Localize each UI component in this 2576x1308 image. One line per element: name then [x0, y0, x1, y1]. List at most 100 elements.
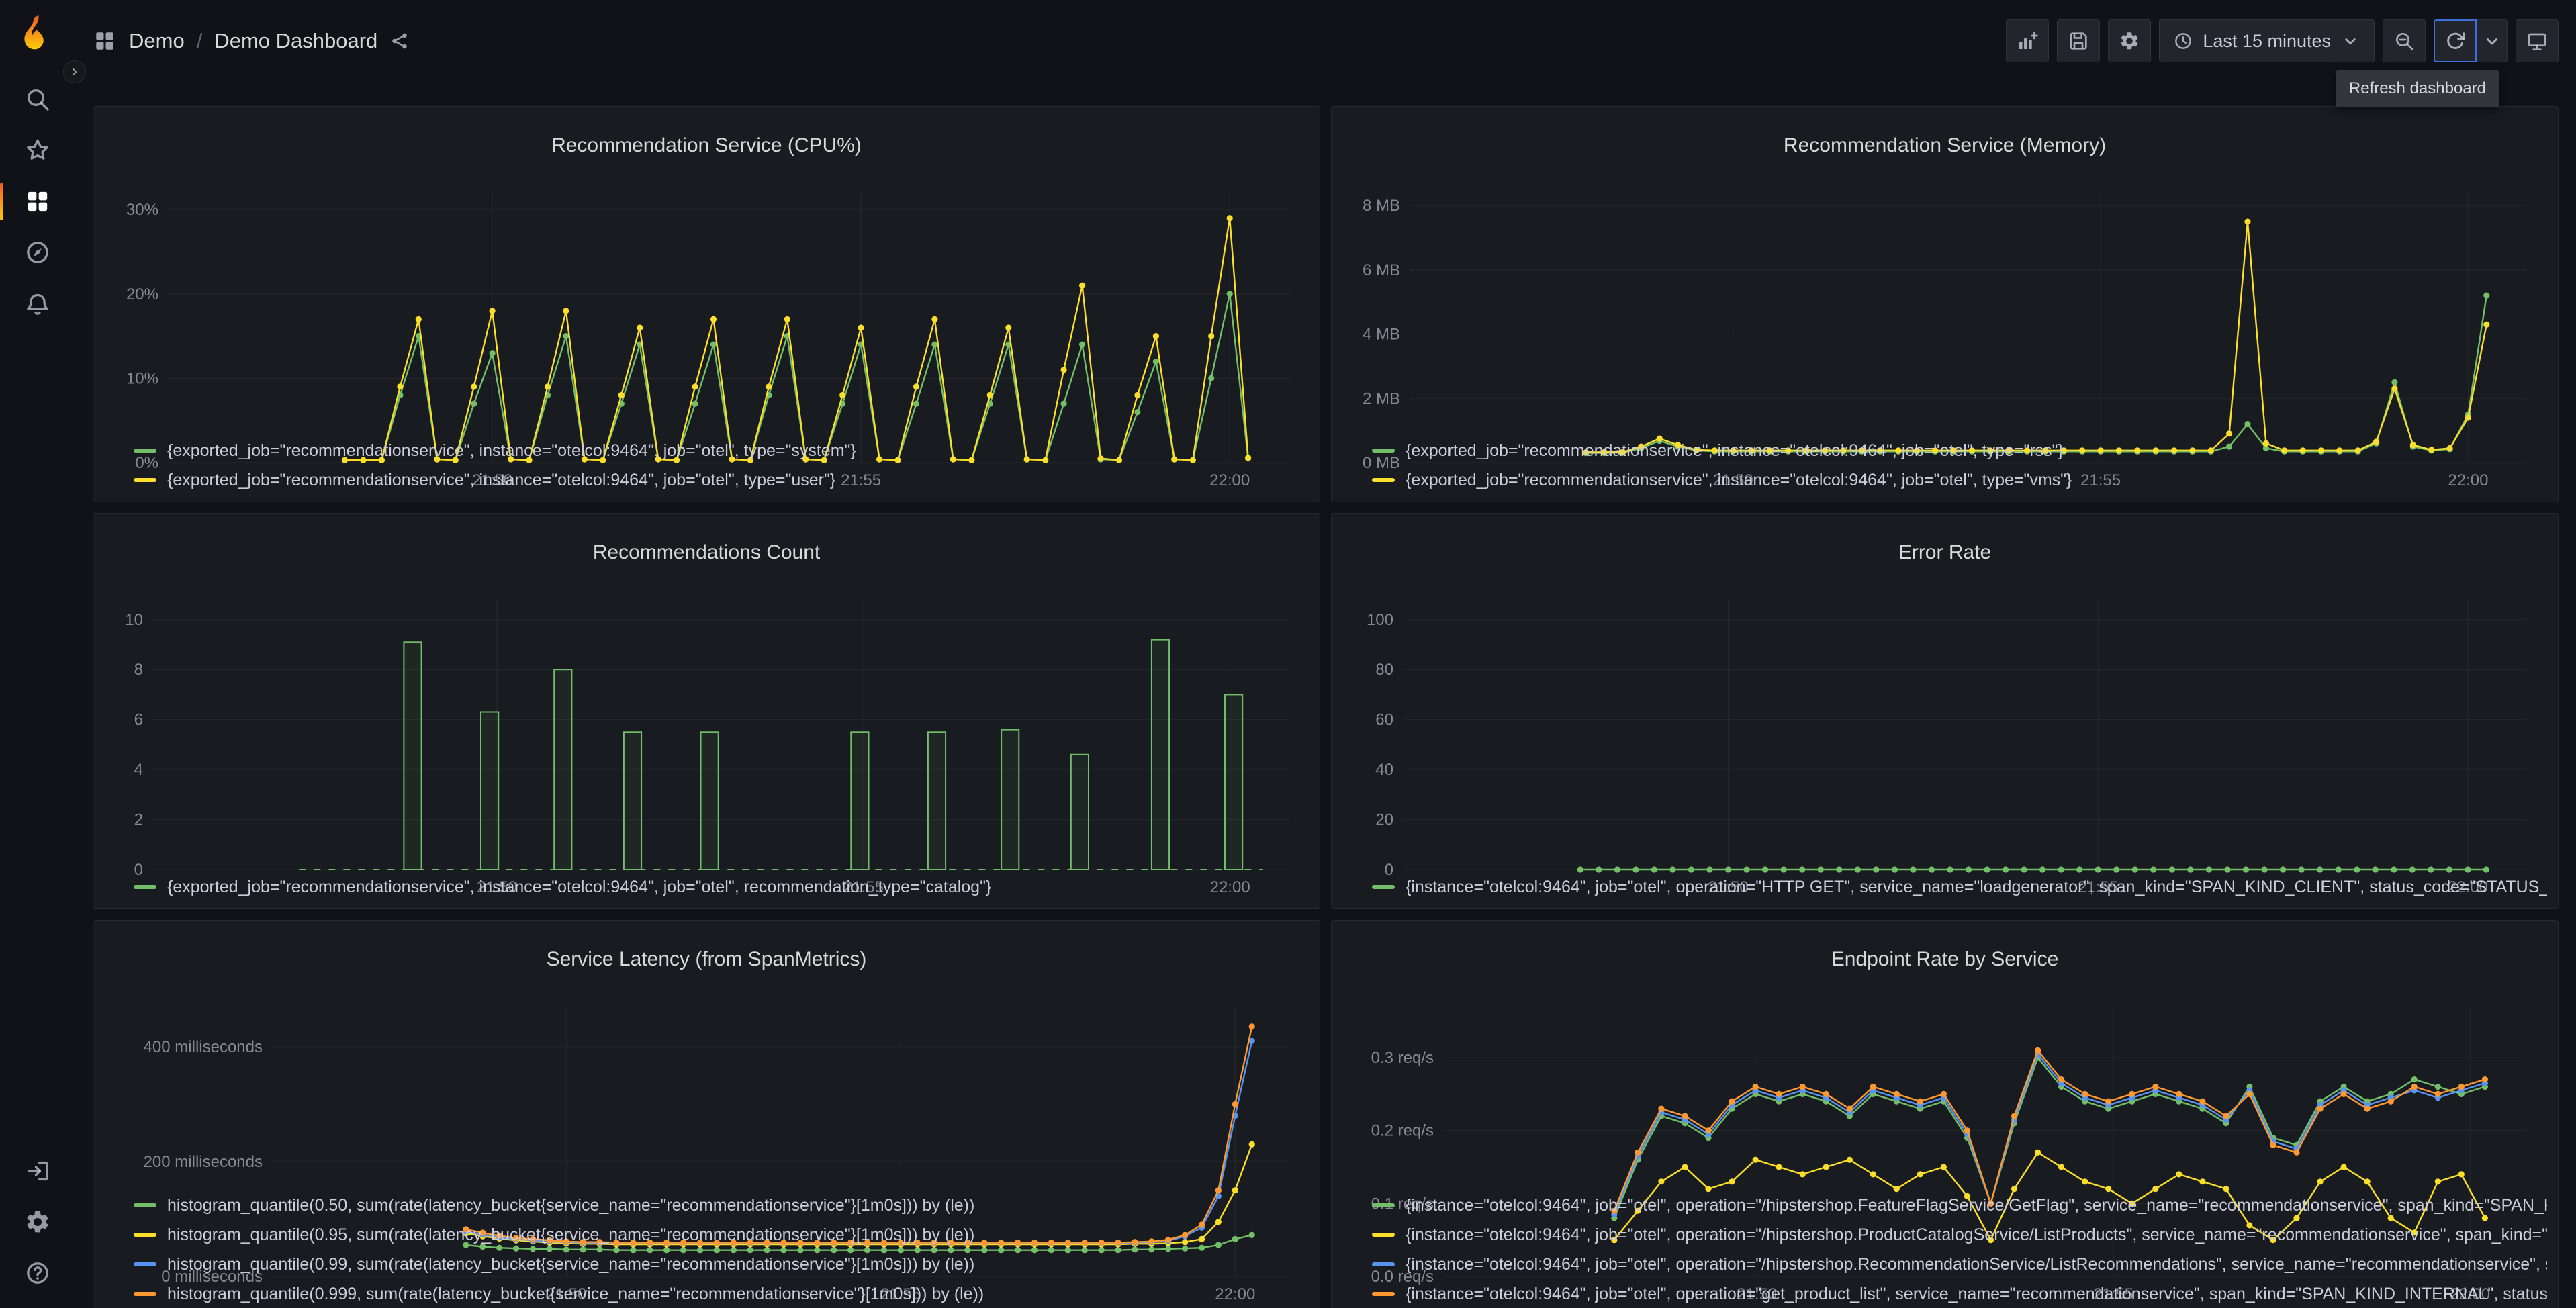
legend-label: histogram_quantile(0.99, sum(rate(latenc…: [167, 1254, 975, 1274]
sidebar-item-search[interactable]: [0, 74, 75, 125]
timeseries-chart[interactable]: 0 20 40 60 80 100 21:50 21:55 22:00: [1342, 589, 2547, 896]
dashboard-canvas: Recommendation Service (CPU%) 0% 10% 20% 30…: [75, 82, 2576, 1308]
legend-label: histogram_quantile(0.50, sum(rate(latenc…: [167, 1195, 975, 1215]
panel-recommendation-cpu: Recommendation Service (CPU%) 0% 10% 20% 30…: [93, 106, 1320, 502]
panel-recommendation-memory: Recommendation Service (Memory) 0 MB 2 MB…: [1331, 106, 2559, 502]
compass-icon: [24, 239, 51, 266]
legend-label: {instance="otelcol:9464", job="otel", op…: [1406, 1195, 2547, 1215]
bell-icon: [24, 290, 51, 317]
grafana-logo[interactable]: [16, 11, 59, 54]
apps-icon: [93, 29, 117, 53]
zoom-out-icon: [2393, 30, 2415, 52]
panel-legend: {instance="otelcol:9464", job="otel", op…: [1342, 1189, 2547, 1308]
zoom-out-button[interactable]: [2383, 19, 2426, 62]
time-range-label: Last 15 minutes: [2203, 30, 2331, 51]
legend-item[interactable]: {exported_job="recommendationservice", i…: [1372, 436, 2547, 465]
apps-icon: [24, 188, 51, 215]
legend-label: histogram_quantile(0.999, sum(rate(laten…: [167, 1284, 984, 1303]
svg-text:2 MB: 2 MB: [1363, 389, 1400, 408]
svg-text:4: 4: [134, 761, 143, 779]
sidebar-item-sign-in[interactable]: [0, 1146, 75, 1197]
legend-label: {exported_job="recommendationservice", i…: [167, 440, 856, 460]
timeseries-chart[interactable]: 0% 10% 20% 30% 21:50 21:55 22:00: [104, 182, 1309, 489]
monitor-icon: [2526, 30, 2548, 52]
timeseries-chart[interactable]: 0 MB 2 MB 4 MB 6 MB 8 MB 21:50 21:55 22:00: [1342, 182, 2547, 489]
kiosk-mode-button[interactable]: [2516, 19, 2559, 62]
chevron-down-icon: [2340, 31, 2360, 51]
legend-swatch: [1372, 1292, 1395, 1296]
svg-text:30%: 30%: [126, 201, 158, 219]
panel-title[interactable]: Recommendation Service (Memory): [1342, 130, 2547, 165]
timeseries-chart[interactable]: 0 milliseconds 200 milliseconds 400 millis…: [104, 996, 1309, 1303]
refresh-interval-dropdown[interactable]: [2477, 19, 2508, 62]
breadcrumb: Demo / Demo Dashboard: [93, 29, 410, 53]
legend-item[interactable]: histogram_quantile(0.50, sum(rate(latenc…: [134, 1190, 1309, 1220]
legend-swatch: [1372, 885, 1395, 889]
legend-item[interactable]: {instance="otelcol:9464", job="otel", op…: [1372, 1250, 2547, 1279]
sidebar-item-alerting[interactable]: [0, 278, 75, 329]
bar-chart[interactable]: 0 2 4 6 8 10 21:50 21:55 22:00: [104, 589, 1309, 896]
svg-text:20%: 20%: [126, 285, 158, 303]
legend-item[interactable]: {exported_job="recommendationservice", i…: [134, 436, 1309, 465]
sidebar-item-starred[interactable]: [0, 125, 75, 176]
panel-title[interactable]: Service Latency (from SpanMetrics): [104, 944, 1309, 979]
star-icon: [24, 137, 51, 164]
legend-item[interactable]: {exported_job="recommendationservice", i…: [134, 465, 1309, 495]
breadcrumb-folder[interactable]: Demo: [129, 29, 185, 53]
svg-text:10: 10: [125, 611, 143, 629]
sidebar-expand-button[interactable]: [63, 60, 86, 83]
breadcrumb-separator: /: [196, 29, 203, 52]
svg-text:10%: 10%: [126, 369, 158, 387]
panel-title[interactable]: Recommendations Count: [104, 537, 1309, 572]
clock-icon: [2173, 31, 2193, 51]
legend-label: {instance="otelcol:9464", job="otel", op…: [1406, 1225, 2547, 1244]
save-dashboard-button[interactable]: [2057, 19, 2101, 62]
refresh-tooltip: Refresh dashboard: [2335, 70, 2499, 107]
legend-label: {instance="otelcol:9464", job="otel", op…: [1406, 877, 2547, 896]
svg-text:60: 60: [1375, 710, 1393, 729]
legend-item[interactable]: {instance="otelcol:9464", job="otel", op…: [1372, 1220, 2547, 1250]
svg-text:400 milliseconds: 400 milliseconds: [144, 1038, 263, 1056]
panel-title[interactable]: Error Rate: [1342, 537, 2547, 572]
sidebar: [0, 0, 75, 1308]
legend-label: {exported_job="recommendationservice", i…: [1406, 470, 2072, 489]
legend-item[interactable]: {exported_job="recommendationservice", i…: [1372, 465, 2547, 495]
timeseries-chart[interactable]: 0.0 req/s 0.1 req/s 0.2 req/s 0.3 req/s 21:5…: [1342, 996, 2547, 1303]
dashboard-settings-button[interactable]: [2108, 19, 2152, 62]
refresh-dashboard-button[interactable]: [2434, 19, 2477, 62]
legend-item[interactable]: {exported_job="recommendationservice", i…: [134, 872, 1309, 902]
legend-item[interactable]: {instance="otelcol:9464", job="otel", op…: [1372, 872, 2547, 902]
panel-legend: {exported_job="recommendationservice", i…: [104, 434, 1309, 496]
legend-item[interactable]: {instance="otelcol:9464", job="otel", op…: [1372, 1279, 2547, 1308]
time-range-picker[interactable]: Last 15 minutes: [2159, 19, 2375, 62]
gear-icon: [2119, 30, 2140, 52]
legend-label: {instance="otelcol:9464", job="otel", op…: [1406, 1284, 2547, 1303]
panel-service-latency: Service Latency (from SpanMetrics) 0 mil…: [93, 920, 1320, 1308]
legend-swatch: [1372, 478, 1395, 482]
add-panel-icon: [2017, 30, 2039, 52]
sidebar-item-explore[interactable]: [0, 227, 75, 278]
caret-down-icon: [2481, 30, 2503, 52]
sidebar-item-help[interactable]: [0, 1248, 75, 1299]
svg-text:0.2 req/s: 0.2 req/s: [1371, 1121, 1434, 1139]
legend-label: {exported_job="recommendationservice", i…: [167, 470, 836, 489]
save-icon: [2068, 30, 2089, 52]
sidebar-item-configuration[interactable]: [0, 1197, 75, 1248]
share-icon[interactable]: [389, 31, 410, 51]
legend-label: {instance="otelcol:9464", job="otel", op…: [1406, 1254, 2547, 1274]
legend-item[interactable]: histogram_quantile(0.99, sum(rate(latenc…: [134, 1250, 1309, 1279]
svg-text:8: 8: [134, 661, 143, 679]
legend-item[interactable]: histogram_quantile(0.95, sum(rate(latenc…: [134, 1220, 1309, 1250]
legend-item[interactable]: histogram_quantile(0.999, sum(rate(laten…: [134, 1279, 1309, 1308]
sidebar-item-dashboards[interactable]: [0, 176, 75, 227]
breadcrumb-dashboard[interactable]: Demo Dashboard: [214, 29, 377, 53]
legend-item[interactable]: {instance="otelcol:9464", job="otel", op…: [1372, 1190, 2547, 1220]
panel-title[interactable]: Recommendation Service (CPU%): [104, 130, 1309, 165]
sign-in-icon: [24, 1158, 51, 1184]
svg-text:100: 100: [1367, 611, 1393, 629]
legend-swatch: [1372, 449, 1395, 453]
question-circle-icon: [24, 1260, 51, 1287]
svg-text:200 milliseconds: 200 milliseconds: [144, 1153, 263, 1171]
add-panel-button[interactable]: [2006, 19, 2050, 62]
panel-title[interactable]: Endpoint Rate by Service: [1342, 944, 2547, 979]
